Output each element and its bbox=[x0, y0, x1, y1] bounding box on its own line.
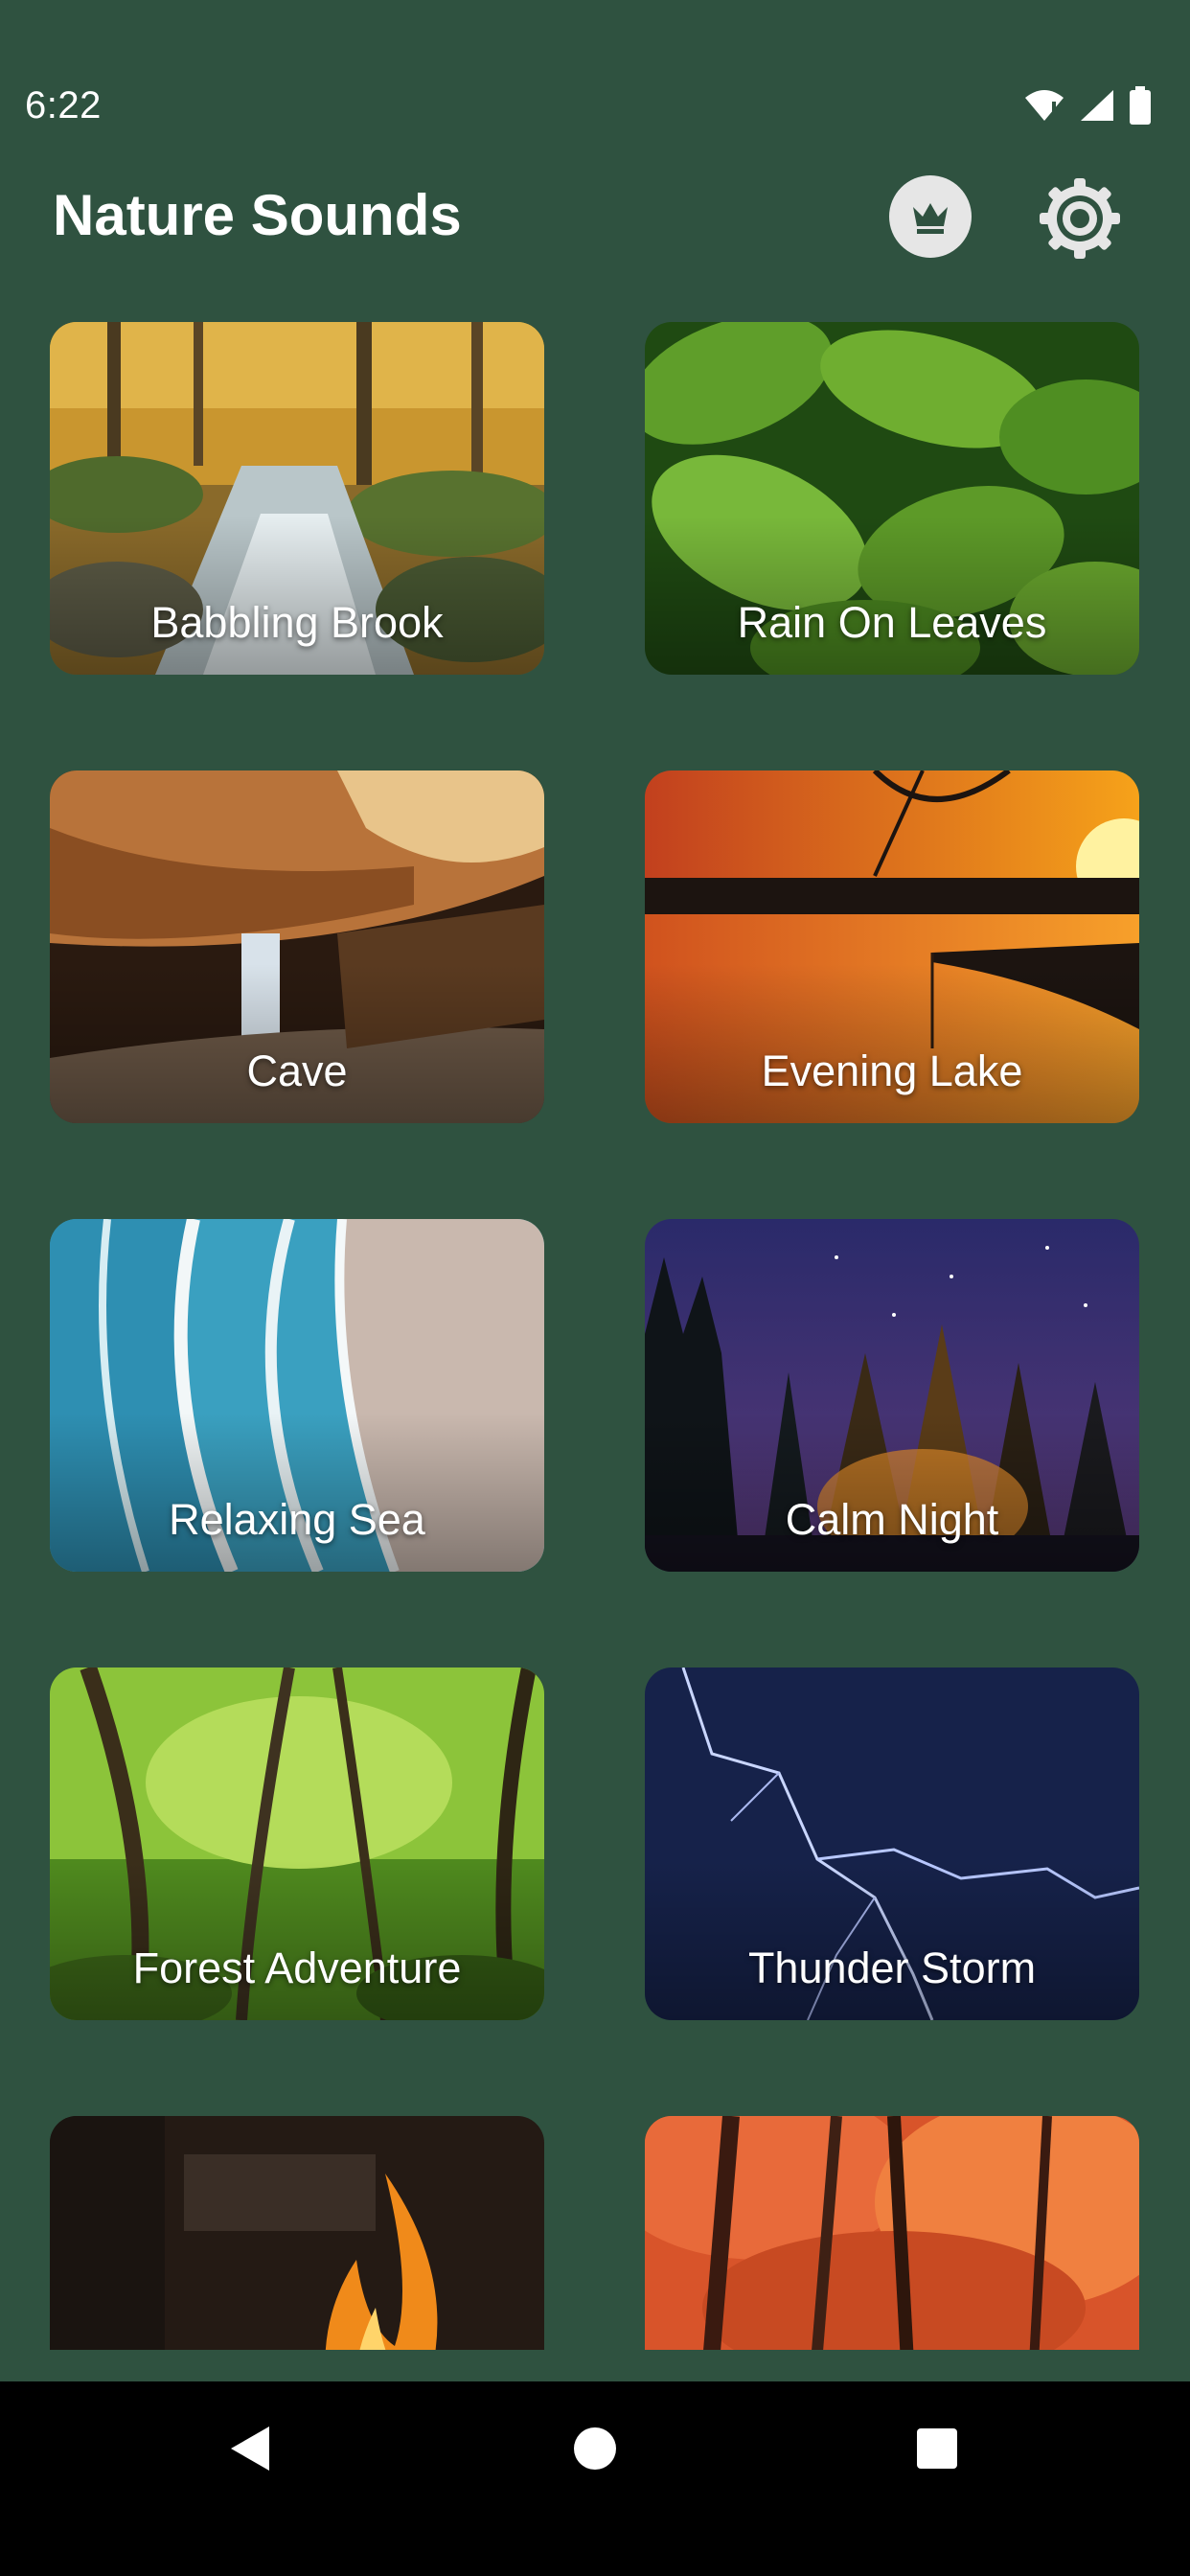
sound-card-label: Relaxing Sea bbox=[169, 1495, 425, 1544]
sound-card-label: Rain On Leaves bbox=[737, 598, 1047, 647]
recents-icon bbox=[917, 2428, 957, 2469]
card-shade bbox=[50, 1413, 544, 1572]
app-screen: 6:22 Babbling Brook Rain On Leaves Cave … bbox=[0, 0, 1190, 2576]
back-button[interactable] bbox=[182, 2381, 316, 2516]
sound-card-rain-on-leaves[interactable]: Rain On Leaves bbox=[645, 322, 1139, 675]
sound-card-campfire[interactable] bbox=[50, 2116, 544, 2350]
sound-card-babbling-brook[interactable]: Babbling Brook bbox=[50, 322, 544, 675]
home-button[interactable] bbox=[528, 2381, 662, 2516]
sound-card-evening-lake[interactable]: Evening Lake bbox=[645, 770, 1139, 1123]
recents-button[interactable] bbox=[870, 2381, 1004, 2516]
card-shade bbox=[645, 1413, 1139, 1572]
campfire-image bbox=[50, 2116, 544, 2350]
crown-icon bbox=[913, 203, 948, 234]
sound-card-relaxing-sea[interactable]: Relaxing Sea bbox=[50, 1219, 544, 1572]
home-icon bbox=[574, 2427, 616, 2470]
card-shade bbox=[645, 1861, 1139, 2020]
sound-card-cave[interactable]: Cave bbox=[50, 770, 544, 1123]
sound-card-label: Forest Adventure bbox=[132, 1944, 462, 1992]
sound-card-label: Babbling Brook bbox=[150, 598, 444, 647]
card-shade bbox=[645, 964, 1139, 1123]
premium-button[interactable] bbox=[889, 175, 972, 258]
sound-card-label: Evening Lake bbox=[761, 1046, 1023, 1095]
sound-card-label: Cave bbox=[246, 1046, 348, 1095]
sound-card-autumn-forest[interactable] bbox=[645, 2116, 1139, 2350]
autumn-forest-image bbox=[645, 2116, 1139, 2350]
back-icon bbox=[231, 2426, 269, 2471]
card-shade bbox=[645, 516, 1139, 675]
settings-icon bbox=[1040, 178, 1120, 259]
sound-card-forest-adventure[interactable]: Forest Adventure bbox=[50, 1668, 544, 2020]
sound-grid: Babbling Brook Rain On Leaves Cave Eveni… bbox=[0, 0, 1190, 2350]
card-shade bbox=[50, 964, 544, 1123]
page-title: Nature Sounds bbox=[53, 183, 462, 247]
settings-button[interactable] bbox=[1037, 175, 1123, 262]
system-nav-bar bbox=[0, 2381, 1190, 2576]
sound-card-label: Calm Night bbox=[785, 1495, 999, 1544]
sound-card-calm-night[interactable]: Calm Night bbox=[645, 1219, 1139, 1572]
card-shade bbox=[50, 516, 544, 675]
sound-card-thunder-storm[interactable]: Thunder Storm bbox=[645, 1668, 1139, 2020]
sound-card-label: Thunder Storm bbox=[747, 1944, 1037, 1992]
card-shade bbox=[50, 1861, 544, 2020]
